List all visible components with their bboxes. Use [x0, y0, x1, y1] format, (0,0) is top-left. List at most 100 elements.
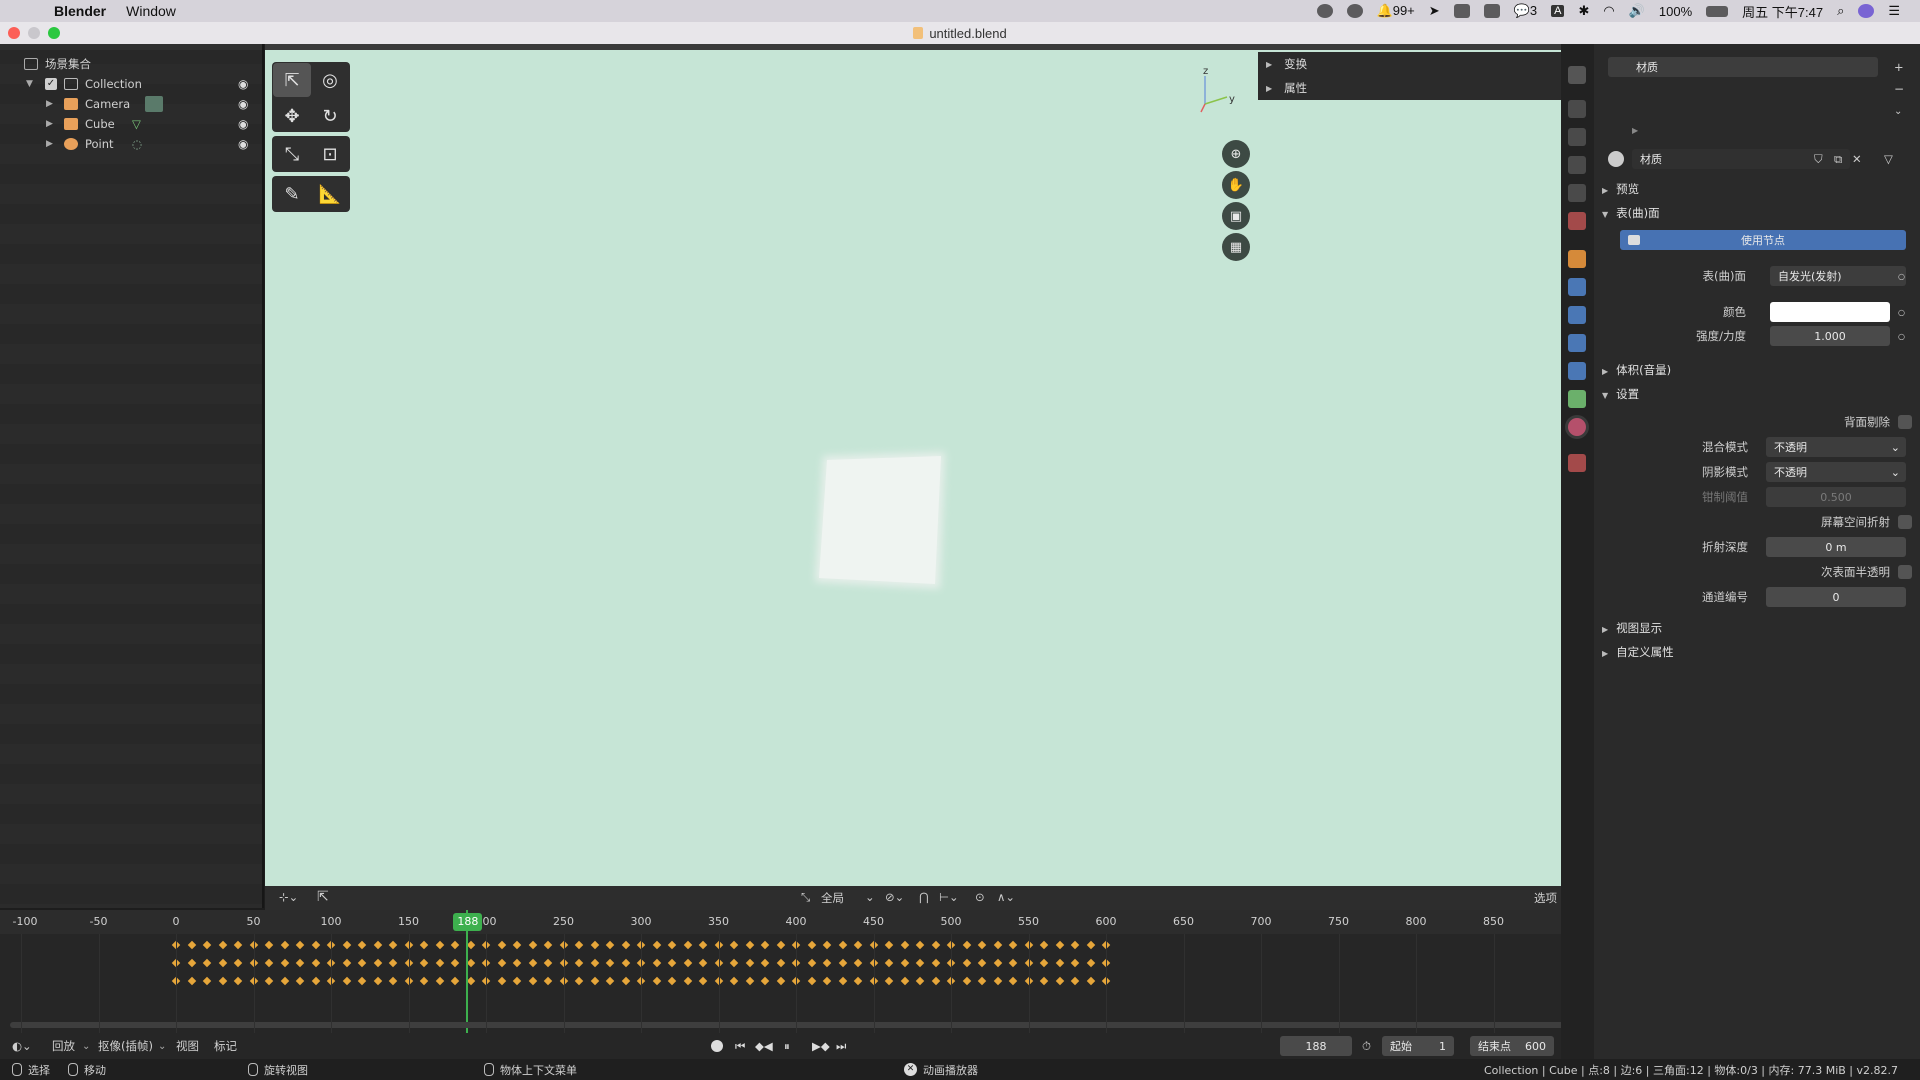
unlink-material-icon[interactable]: ✕	[1852, 152, 1862, 166]
keyframe[interactable]	[590, 976, 599, 986]
keyframe[interactable]	[853, 976, 863, 986]
annotate-icon[interactable]: ✎	[273, 177, 311, 211]
keyframe[interactable]	[900, 958, 909, 968]
slot-expand-icon[interactable]: ▶	[1632, 126, 1638, 135]
timeline-editor[interactable]: -100 -50 0 50 100 150 200 250 300 350 400 450 500 550…	[0, 910, 1561, 1033]
keyframe[interactable]	[729, 958, 739, 968]
keyframe[interactable]	[884, 958, 894, 968]
duplicate-material-icon[interactable]: ⧉	[1834, 152, 1842, 167]
snap-magnet-icon[interactable]: ⋂	[919, 890, 928, 904]
add-slot-icon[interactable]: +	[1894, 60, 1904, 74]
keyframe[interactable]	[574, 976, 584, 986]
keyframe[interactable]	[667, 940, 677, 950]
outliner-row-collection[interactable]: ▼ ✓ Collection ◉	[0, 74, 262, 94]
section-custom-properties[interactable]: ▶ 自定义属性	[1602, 644, 1674, 660]
mesh-data-icon[interactable]: ▽	[132, 117, 141, 131]
keyframe[interactable]	[807, 958, 816, 968]
backface-checkbox[interactable]	[1898, 415, 1912, 429]
keyframe[interactable]	[776, 940, 785, 950]
refraction-depth-field[interactable]: 0 m	[1766, 537, 1906, 557]
zoom-icon[interactable]: ⊕	[1222, 140, 1250, 168]
keyframe[interactable]	[590, 958, 599, 968]
modifier-tab-icon[interactable]	[1568, 278, 1586, 296]
keyframe[interactable]	[1086, 958, 1095, 968]
keyframe[interactable]	[884, 976, 894, 986]
pass-index-field[interactable]: 0	[1766, 587, 1906, 607]
texture-tab-icon[interactable]	[1568, 454, 1586, 472]
keyframe[interactable]	[993, 958, 1002, 968]
outliner-row-cube[interactable]: ▶ Cube ▽ ◉	[0, 114, 262, 134]
keyframe[interactable]	[280, 958, 289, 968]
visibility-eye-icon[interactable]: ◉	[238, 77, 248, 91]
light-data-icon[interactable]: ◌	[132, 137, 142, 151]
keyframe[interactable]	[295, 940, 305, 950]
start-frame-field[interactable]: 起始 1	[1382, 1036, 1454, 1056]
keyframe[interactable]	[311, 940, 320, 950]
3d-viewport[interactable]: ⇱ ◎ ✥ ↻ ⤡ ⊡ ✎ 📐 z y ⊕ ✋ ▣ ▦ ▶ 变换 ▶ 属性	[265, 44, 1561, 886]
keyframe[interactable]	[915, 958, 925, 968]
keyframe[interactable]	[497, 940, 506, 950]
jump-start-icon[interactable]: ⏮	[735, 1039, 745, 1054]
strength-field[interactable]: 1.000	[1770, 326, 1890, 346]
output-tab-icon[interactable]	[1568, 128, 1586, 146]
material-tab-icon[interactable]	[1568, 418, 1586, 436]
marker-menu[interactable]: 标记	[214, 1038, 237, 1054]
keyframe[interactable]	[605, 940, 615, 950]
keyframe[interactable]	[652, 976, 661, 986]
keyframe[interactable]	[760, 976, 770, 986]
end-frame-field[interactable]: 结束点 600	[1470, 1036, 1554, 1056]
particles-tab-icon[interactable]	[1568, 306, 1586, 324]
control-center-icon[interactable]: ☰	[1888, 3, 1900, 19]
camera-view-icon[interactable]: ▣	[1222, 202, 1250, 230]
keyframe[interactable]	[187, 958, 196, 968]
outliner-scene-collection[interactable]: 场景集合	[0, 54, 262, 74]
transform-icon[interactable]: ⊡	[311, 137, 349, 171]
chevron-down-icon[interactable]: ⌄	[865, 890, 875, 904]
keyframe[interactable]	[977, 958, 987, 968]
section-preview[interactable]: ▶ 预览	[1602, 181, 1639, 197]
keyframe[interactable]	[1008, 976, 1018, 986]
keyframe[interactable]	[1008, 940, 1018, 950]
close-window-button[interactable]	[8, 27, 20, 39]
keyframe[interactable]	[605, 958, 615, 968]
wechat-icon[interactable]: 💬3	[1514, 3, 1537, 19]
keyframe[interactable]	[760, 940, 770, 950]
keyframe[interactable]	[838, 940, 847, 950]
keyframe[interactable]	[822, 958, 832, 968]
remove-slot-icon[interactable]: −	[1894, 82, 1904, 96]
measure-icon[interactable]: 📐	[311, 177, 349, 211]
cancel-icon[interactable]: ✕	[904, 1063, 917, 1076]
keyframe[interactable]	[884, 940, 894, 950]
keyframe[interactable]	[574, 940, 584, 950]
keyframe[interactable]	[1039, 940, 1049, 950]
keyframe[interactable]	[512, 958, 522, 968]
view-layer-tab-icon[interactable]	[1568, 156, 1586, 174]
keyframe[interactable]	[900, 976, 909, 986]
keying-menu[interactable]: 抠像(插帧)	[98, 1038, 153, 1054]
axis-gizmo[interactable]: z y	[1195, 64, 1245, 124]
keyframe[interactable]	[915, 976, 925, 986]
keyframe[interactable]	[1039, 976, 1049, 986]
socket-dot-icon[interactable]: ○	[1898, 332, 1905, 341]
record-icon[interactable]	[1316, 4, 1333, 18]
view-menu[interactable]: 视图	[176, 1038, 199, 1054]
volume-icon[interactable]: 🔊	[1629, 3, 1645, 19]
keyframe[interactable]	[667, 958, 677, 968]
keyframe[interactable]	[264, 940, 274, 950]
cube-object[interactable]	[805, 444, 955, 604]
menu-window[interactable]: Window	[126, 3, 176, 19]
zoom-window-button[interactable]	[48, 27, 60, 39]
keyframe[interactable]	[760, 958, 770, 968]
send-icon[interactable]: ➤	[1429, 3, 1440, 19]
keyframe[interactable]	[621, 940, 630, 950]
outliner-row-camera[interactable]: ▶ Camera ◉	[0, 94, 262, 114]
keyframe[interactable]	[342, 976, 351, 986]
timeline-scrollbar[interactable]	[10, 1022, 1561, 1028]
material-slot-item[interactable]: 材质	[1608, 57, 1878, 77]
visibility-eye-icon[interactable]: ◉	[238, 117, 248, 131]
editor-type-icon[interactable]: ⊹⌄	[279, 890, 298, 904]
keyframe[interactable]	[962, 958, 971, 968]
keyframe[interactable]	[931, 958, 940, 968]
camera-data-icon[interactable]	[145, 96, 163, 112]
keyframe[interactable]	[435, 958, 444, 968]
